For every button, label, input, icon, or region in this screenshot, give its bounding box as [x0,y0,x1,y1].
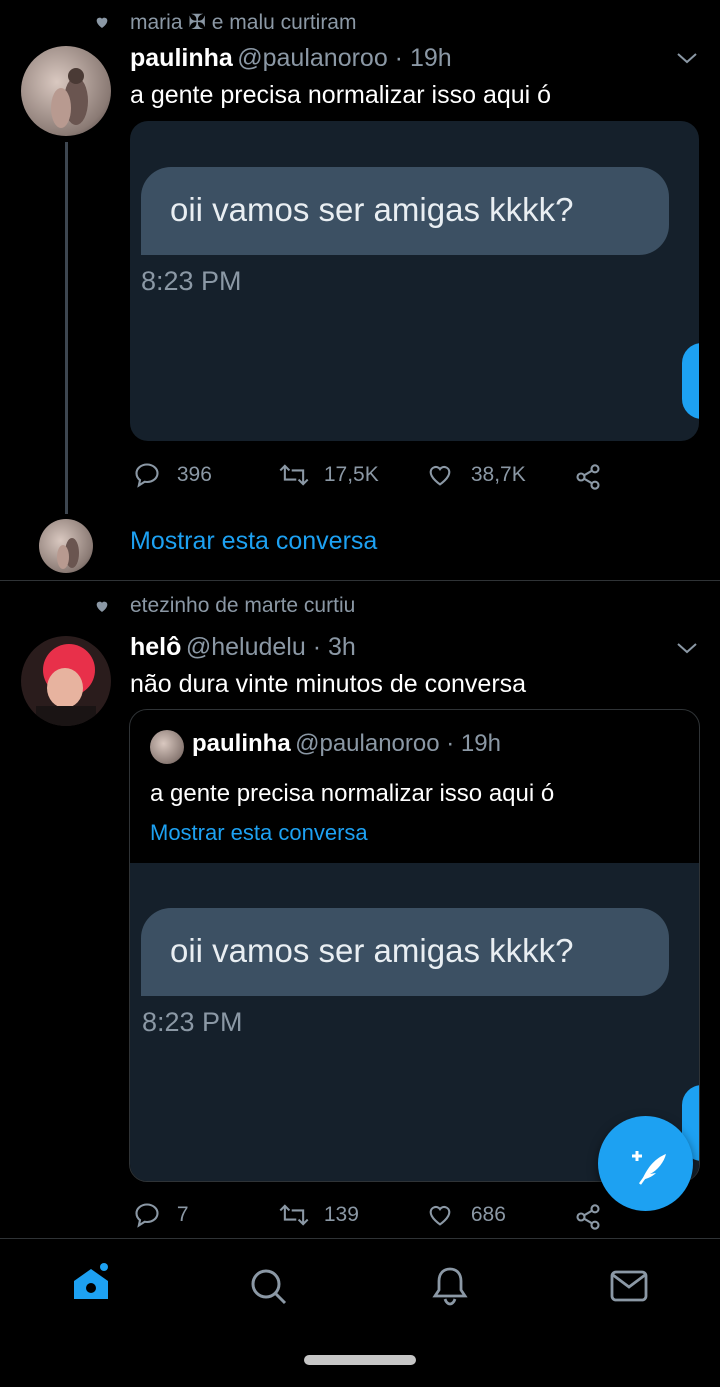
handle-time: @paulanoroo · 19h [237,44,452,72]
home-indicator [304,1355,416,1365]
tweet-header: paulinha @paulanoroo · 19h [130,44,452,73]
quote-name: paulinha [192,730,291,757]
avatar-photo [51,68,88,128]
retweet-count: 17,5K [323,462,379,486]
messages-icon[interactable] [610,1269,648,1303]
display-name[interactable]: paulinha [130,44,233,72]
avatar[interactable] [21,636,111,726]
tweet-header: helô @heludelu · 3h [130,633,356,662]
reply-button[interactable]: 396 [133,461,212,489]
retweet-icon [279,464,309,486]
retweet-button[interactable]: 17,5K [278,461,379,489]
bottom-nav [0,1239,720,1387]
social-context-text: etezinho de marte curtiu [130,594,356,617]
reply-count: 7 [176,1202,189,1226]
reply-count: 396 [176,462,212,486]
retweet-button[interactable]: 139 [278,1201,359,1229]
handle-time: @heludelu · 3h [185,633,356,661]
message-bubble: oii vamos ser amigas kkkk? [141,908,669,996]
search-icon[interactable] [249,1267,289,1307]
like-button[interactable]: 38,7K [425,461,526,489]
heart-icon [429,465,451,486]
quote-tweet[interactable]: paulinha @paulanoroo · 19h a gente preci… [129,709,700,1182]
message-timestamp: 8:23 PM [142,1007,243,1037]
notifications-icon[interactable] [430,1265,470,1307]
thread-line [65,142,68,514]
display-name[interactable]: helô [130,633,181,661]
retweet-icon [279,1204,309,1226]
message-timestamp: 8:23 PM [141,266,242,296]
chevron-down-icon[interactable] [675,50,699,66]
avatar-photo [57,538,79,569]
show-thread-link[interactable]: Mostrar esta conversa [130,527,377,556]
thread-avatar[interactable] [39,519,93,573]
avatar-photo [36,644,96,726]
tweet-1[interactable]: maria ✠ e malu curtiram paulinha @paulan… [0,0,720,580]
chevron-down-icon[interactable] [675,640,699,656]
partial-blue-bubble [682,343,699,419]
message-bubble: oii vamos ser amigas kkkk? [141,167,669,255]
avatar[interactable] [21,46,111,136]
quote-handle-time: @paulanoroo · 19h [295,730,501,757]
reply-icon [135,463,159,488]
compose-tweet-button[interactable] [598,1116,693,1211]
quote-text: a gente precisa normalizar isso aqui ó [150,780,555,807]
like-button[interactable]: 686 [425,1201,506,1229]
compose-feather-icon [632,1151,666,1185]
social-context-text: maria ✠ e malu curtiram [130,11,357,34]
like-count: 686 [470,1202,506,1226]
quote-show-thread-link[interactable]: Mostrar esta conversa [150,820,368,846]
reply-button[interactable]: 7 [133,1201,189,1229]
home-icon[interactable] [70,1263,112,1305]
quote-header: paulinha @paulanoroo · 19h [192,730,501,758]
like-count: 38,7K [470,462,526,486]
heart-icon [96,601,108,612]
retweet-count: 139 [323,1202,359,1226]
tweet-text: não dura vinte minutos de conversa [130,670,527,698]
reply-icon [135,1203,159,1228]
media-card[interactable]: oii vamos ser amigas kkkk? 8:23 PM [130,121,699,441]
tweet-text: a gente precisa normalizar isso aqui ó [130,81,552,109]
share-icon[interactable] [574,463,602,491]
message-text: oii vamos ser amigas kkkk? [170,932,574,969]
heart-icon [96,17,108,28]
message-text: oii vamos ser amigas kkkk? [170,191,574,228]
heart-icon [429,1205,451,1226]
quote-avatar [150,730,184,764]
